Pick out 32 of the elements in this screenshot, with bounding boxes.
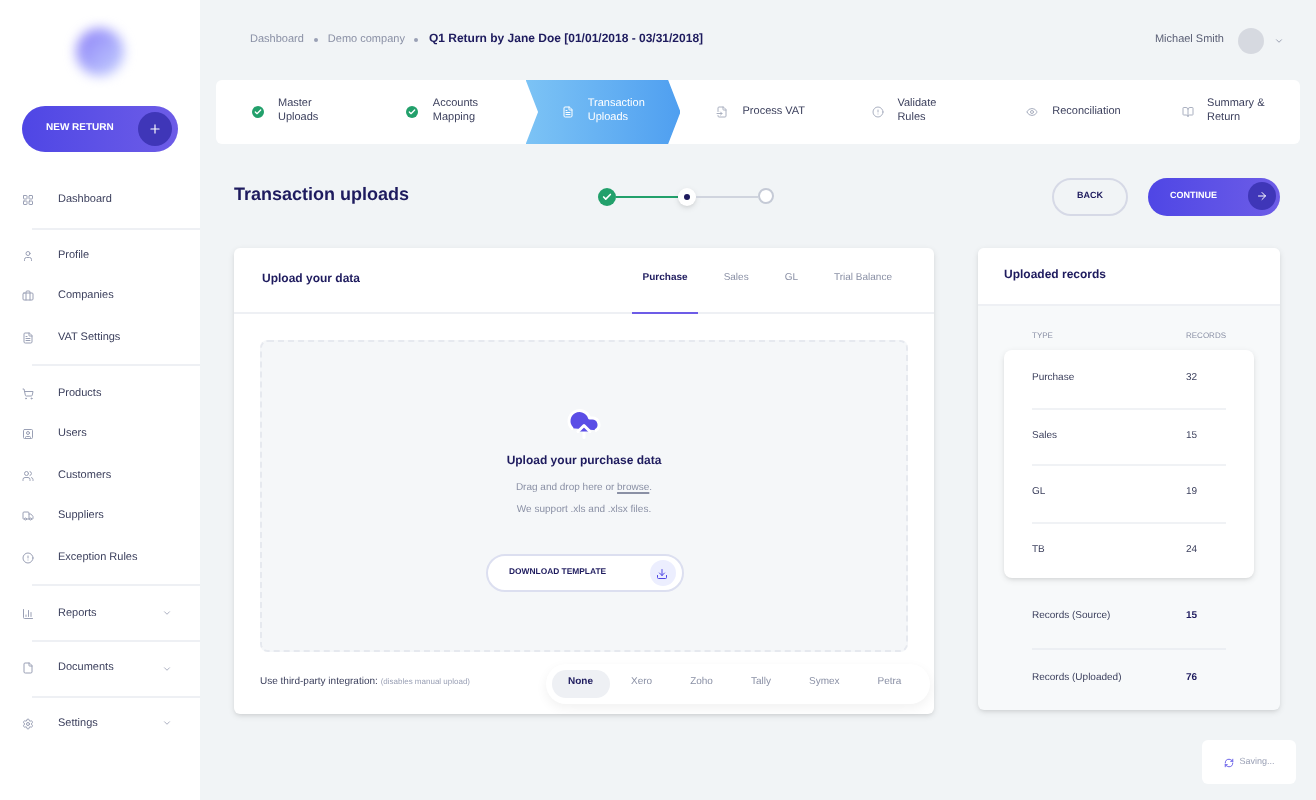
cart-icon: [22, 387, 34, 400]
cloud-upload-icon: [566, 406, 602, 442]
step-icon: [716, 106, 729, 118]
id-card-icon: [22, 428, 34, 441]
step-icon: [1181, 106, 1194, 118]
separator-icon: [414, 38, 419, 42]
settings-icon: [22, 717, 34, 730]
check-icon: [406, 106, 419, 118]
grid-icon: [22, 194, 34, 207]
step-icon: [561, 106, 574, 118]
avatar[interactable]: [1238, 27, 1264, 53]
chevron-icon: [162, 718, 172, 729]
download-icon: [649, 560, 675, 586]
chart-icon: [22, 607, 34, 620]
file-icon: [22, 662, 34, 675]
logo-icon: [76, 28, 124, 76]
chevron-icon: [1274, 35, 1284, 45]
plus-icon: [138, 112, 172, 146]
user-icon: [22, 249, 34, 262]
document-icon: [22, 332, 34, 345]
separator-icon: [313, 38, 318, 42]
alert-icon: [22, 552, 34, 565]
truck-icon: [22, 510, 34, 523]
chevron-icon: [162, 663, 172, 674]
step-icon: [1026, 106, 1039, 118]
spinner-icon: [1223, 757, 1234, 767]
people-icon: [22, 469, 34, 482]
page-title: Transaction uploads: [234, 182, 412, 209]
check-icon: [252, 106, 264, 118]
step-icon: [871, 106, 884, 118]
briefcase-icon: [22, 290, 34, 303]
chevron-icon: [162, 608, 172, 619]
